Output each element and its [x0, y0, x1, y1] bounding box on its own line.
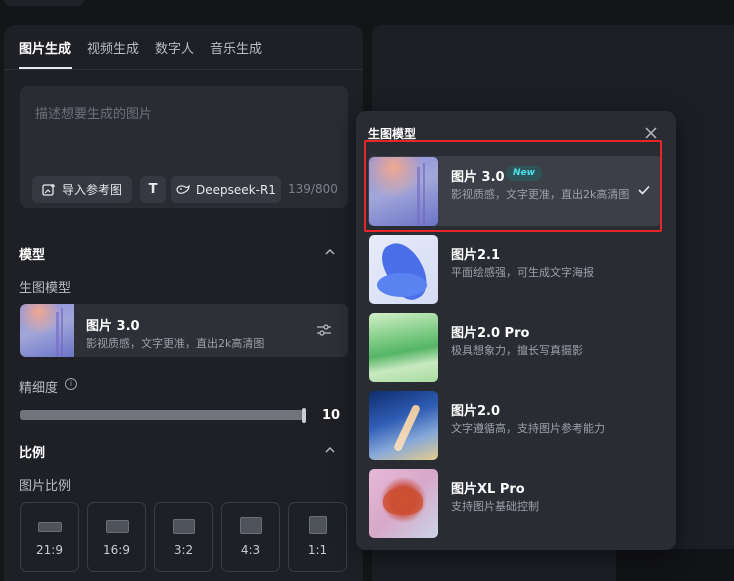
detail-slider-track[interactable]	[20, 410, 304, 420]
model-thumbnail	[20, 304, 74, 357]
ratio-label: 4:3	[240, 543, 261, 557]
image-upload-icon	[42, 183, 55, 196]
model-section-title: 模型	[19, 248, 46, 263]
ratio-label: 3:2	[173, 543, 194, 557]
model-thumbnail	[369, 469, 438, 538]
model-option-image-2-1[interactable]: 图片2.1 平面绘感强，可生成文字海报	[368, 234, 662, 304]
tab-music-generation[interactable]: 音乐生成	[210, 38, 262, 57]
ratio-option-16-9[interactable]: 16:9	[87, 502, 146, 572]
prompt-input[interactable]: 描述想要生成的图片 导入参考图 T Deepseek-R1 139/800	[20, 86, 348, 208]
char-counter: 139/800	[288, 182, 338, 196]
ratio-option-21-9[interactable]: 21:9	[20, 502, 79, 572]
model-option-title: 图片2.0	[451, 404, 501, 419]
top-tab-stub	[4, 0, 84, 6]
ratio-shape	[309, 516, 327, 534]
model-thumbnail	[369, 391, 438, 460]
model-thumbnail	[369, 313, 438, 382]
import-reference-label: 导入参考图	[61, 183, 122, 197]
generation-tabs: 图片生成 视频生成 数字人 音乐生成	[4, 25, 363, 70]
ratio-section-title: 比例	[19, 446, 46, 461]
model-option-desc: 支持图片基础控制	[451, 500, 539, 513]
model-option-title: 图片XL Pro	[451, 482, 525, 497]
ratio-option-3-2[interactable]: 3:2	[154, 502, 213, 572]
ratio-label: 21:9	[36, 543, 63, 557]
ratio-option-1-1[interactable]: 1:1	[288, 502, 347, 572]
tab-digital-human[interactable]: 数字人	[155, 38, 194, 57]
model-option-desc: 文字遵循高，支持图片参考能力	[451, 422, 605, 435]
selected-model-desc: 影视质感，文字更准，直出2k高清图	[86, 337, 265, 350]
left-panel: 图片生成 视频生成 数字人 音乐生成 描述想要生成的图片 导入参考图 T Dee…	[4, 25, 363, 581]
import-reference-button[interactable]: 导入参考图	[32, 176, 132, 203]
deepseek-whale-icon	[176, 184, 190, 194]
text-tool-button[interactable]: T	[140, 176, 166, 203]
ratio-shape	[106, 520, 129, 533]
canvas-footer	[616, 549, 734, 581]
model-option-image-xl-pro[interactable]: 图片XL Pro 支持图片基础控制	[368, 468, 662, 538]
model-option-desc: 极具想象力，擅长写真摄影	[451, 344, 583, 357]
selection-highlight-box	[364, 140, 662, 232]
close-icon[interactable]	[644, 126, 658, 140]
chevron-up-icon[interactable]	[325, 445, 335, 455]
model-thumbnail	[369, 235, 438, 304]
ratio-option-4-3[interactable]: 4:3	[221, 502, 280, 572]
info-icon[interactable]: i	[65, 378, 77, 390]
tab-video-generation[interactable]: 视频生成	[87, 38, 139, 57]
prompt-placeholder: 描述想要生成的图片	[35, 107, 153, 122]
ratio-shape	[173, 519, 195, 534]
active-tab-underline	[19, 67, 72, 69]
chevron-up-icon[interactable]	[325, 247, 335, 257]
ratio-shape	[240, 517, 262, 534]
detail-label: 精细度	[19, 381, 59, 396]
model-option-desc: 平面绘感强，可生成文字海报	[451, 266, 594, 279]
ratio-sub-label: 图片比例	[19, 479, 72, 494]
selected-model-title: 图片 3.0	[86, 319, 140, 334]
ratio-label: 1:1	[307, 543, 328, 557]
text-tool-icon: T	[148, 182, 158, 197]
model-sub-label: 生图模型	[19, 281, 72, 296]
deepseek-button[interactable]: Deepseek-R1	[171, 176, 281, 203]
model-option-image-2-0[interactable]: 图片2.0 文字遵循高，支持图片参考能力	[368, 390, 662, 460]
model-option-title: 图片2.1	[451, 248, 501, 263]
deepseek-label: Deepseek-R1	[196, 182, 276, 197]
tab-image-generation[interactable]: 图片生成	[19, 38, 71, 57]
ratio-label: 16:9	[103, 543, 130, 557]
model-option-title: 图片2.0 Pro	[451, 326, 530, 341]
selected-model-card[interactable]: 图片 3.0 影视质感，文字更准，直出2k高清图	[20, 304, 348, 357]
model-option-image-2-0-pro[interactable]: 图片2.0 Pro 极具想象力，擅长写真摄影	[368, 312, 662, 382]
detail-value: 10	[322, 408, 341, 423]
ratio-shape	[38, 522, 62, 532]
adjust-icon[interactable]	[316, 322, 332, 338]
detail-slider-handle[interactable]	[302, 408, 306, 423]
